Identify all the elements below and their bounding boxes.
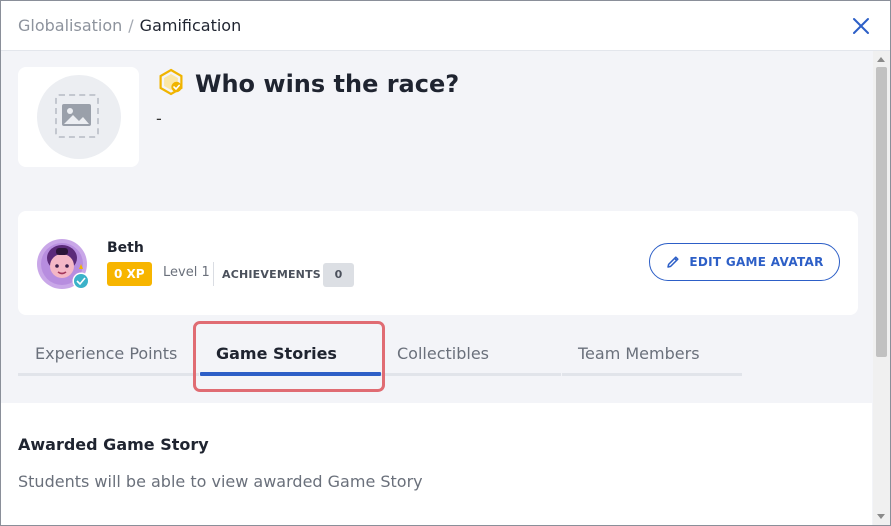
game-description: - xyxy=(156,109,162,128)
section-title: Awarded Game Story xyxy=(18,435,209,454)
edit-game-avatar-button[interactable]: EDIT GAME AVATAR xyxy=(649,243,840,281)
vertical-scrollbar[interactable] xyxy=(873,51,890,525)
pencil-icon xyxy=(667,256,679,268)
tab-underline xyxy=(18,373,199,376)
player-avatar-card: Beth 0 XP Level 1 ACHIEVEMENTS 0 EDIT GA… xyxy=(18,211,858,315)
game-stories-panel: Awarded Game Story Students will be able… xyxy=(1,403,872,525)
player-name: Beth xyxy=(107,240,144,256)
tab-collectibles[interactable]: Collectibles xyxy=(397,334,489,374)
dialog-header: Globalisation / Gamification xyxy=(1,1,890,51)
gamification-dialog: Globalisation / Gamification Who wins th… xyxy=(0,0,891,526)
tab-underline xyxy=(381,373,561,376)
section-description: Students will be able to view awarded Ga… xyxy=(18,472,423,491)
level-label: Level 1 xyxy=(163,265,210,280)
achievements-label: ACHIEVEMENTS xyxy=(222,268,321,281)
game-title-row: Who wins the race? xyxy=(157,68,459,100)
edit-game-avatar-label: EDIT GAME AVATAR xyxy=(689,255,824,269)
breadcrumb: Globalisation / Gamification xyxy=(18,16,241,36)
xp-badge: 0 XP xyxy=(107,262,152,286)
scroll-up-arrow-icon[interactable] xyxy=(877,57,885,62)
tab-highlight-outline xyxy=(193,321,385,392)
breadcrumb-separator: / xyxy=(128,16,134,35)
gold-badge-check-icon xyxy=(157,68,185,100)
avatar xyxy=(36,236,92,292)
tab-team-members[interactable]: Team Members xyxy=(578,334,700,374)
tab-experience-points[interactable]: Experience Points xyxy=(35,334,177,374)
divider xyxy=(213,262,214,286)
scrollbar-thumb[interactable] xyxy=(876,67,887,357)
breadcrumb-parent[interactable]: Globalisation xyxy=(18,16,122,35)
tab-underline xyxy=(562,373,742,376)
game-image xyxy=(18,67,139,167)
game-title: Who wins the race? xyxy=(195,70,460,98)
achievements-count: 0 xyxy=(323,263,354,287)
close-icon[interactable] xyxy=(851,16,871,36)
breadcrumb-current: Gamification xyxy=(139,16,242,35)
scroll-down-arrow-icon[interactable] xyxy=(877,514,885,519)
image-placeholder-icon xyxy=(37,75,121,159)
